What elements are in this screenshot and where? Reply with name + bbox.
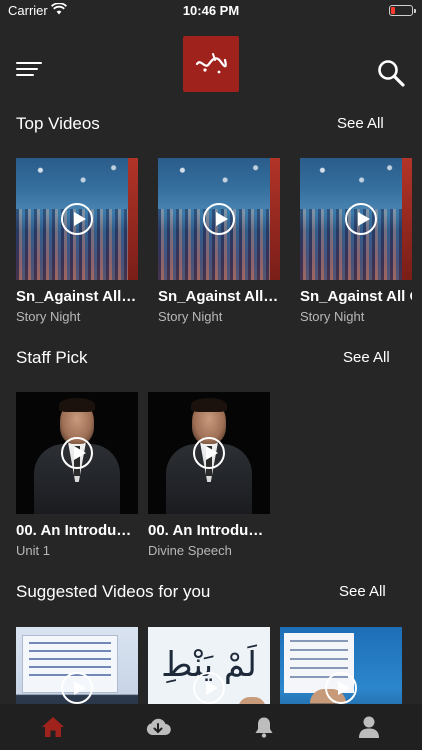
video-subtitle: Divine Speech [148, 543, 232, 558]
play-icon [61, 203, 93, 235]
video-card[interactable]: 00. An Introduction Unit 1 [16, 392, 138, 558]
section-title-top-videos: Top Videos [16, 114, 100, 133]
video-card[interactable]: Sn_Against All Odds Story Night [158, 158, 280, 324]
app-logo [183, 36, 239, 92]
video-thumbnail [16, 392, 138, 514]
tab-downloads[interactable] [106, 704, 212, 750]
download-icon [147, 718, 172, 736]
video-card[interactable]: Sn_Against All Odds Story Night [16, 158, 138, 324]
video-card[interactable]: Sn_Against All Odds Story Night [300, 158, 412, 324]
hamburger-line [16, 68, 38, 70]
app-header [0, 22, 422, 108]
status-bar: Carrier 10:46 PM [0, 0, 422, 22]
video-title: Sn_Against All Odds [16, 288, 138, 305]
play-icon [193, 437, 225, 469]
play-icon [193, 672, 225, 704]
video-title: Sn_Against All Odds [158, 288, 280, 305]
play-icon [203, 203, 235, 235]
play-icon [345, 203, 377, 235]
video-subtitle: Unit 1 [16, 543, 50, 558]
user-icon [359, 716, 380, 738]
section-title-staff-pick: Staff Pick [16, 348, 88, 367]
video-subtitle: Story Night [300, 309, 365, 324]
battery-icon [389, 5, 416, 16]
video-card[interactable]: 00. An Introduction Divine Speech [148, 392, 270, 558]
play-icon [325, 672, 357, 704]
video-subtitle: Story Night [158, 309, 223, 324]
tab-profile[interactable] [317, 704, 422, 750]
menu-button[interactable] [16, 62, 44, 82]
tab-home[interactable] [0, 704, 106, 750]
video-title: 00. An Introduction [16, 522, 138, 539]
calligraphy-logo-icon [195, 53, 227, 74]
see-all-top-videos-button[interactable]: See All [337, 115, 384, 132]
video-subtitle: Story Night [16, 309, 81, 324]
search-icon[interactable] [376, 58, 406, 88]
home-icon [41, 717, 64, 737]
video-thumbnail [16, 158, 138, 280]
video-thumbnail [158, 158, 280, 280]
see-all-staff-pick-button[interactable]: See All [343, 349, 390, 366]
video-thumbnail [148, 392, 270, 514]
hamburger-line [16, 62, 42, 64]
tab-notifications[interactable] [211, 704, 317, 750]
hamburger-line [16, 74, 34, 76]
video-thumbnail [300, 158, 412, 280]
section-title-suggested: Suggested Videos for you [16, 582, 211, 601]
play-icon [61, 672, 93, 704]
bell-icon [255, 717, 273, 738]
status-time: 10:46 PM [182, 3, 240, 18]
play-icon [61, 437, 93, 469]
video-title: Sn_Against All Odds [300, 288, 412, 305]
tab-bar [0, 704, 422, 750]
see-all-suggested-button[interactable]: See All [339, 583, 386, 600]
video-title: 00. An Introduction [148, 522, 270, 539]
